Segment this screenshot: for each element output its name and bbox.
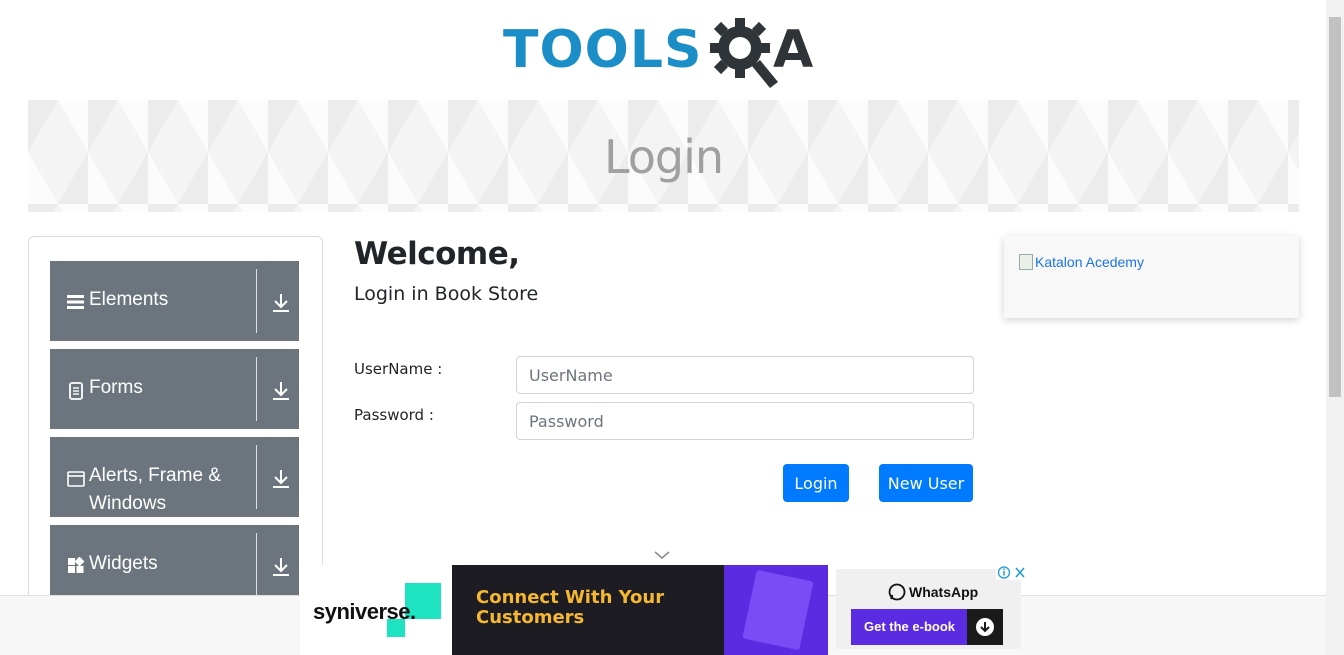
nav-group-label: Forms (89, 377, 143, 398)
new-user-button[interactable]: New User (879, 464, 973, 502)
password-label: Password : (354, 406, 434, 424)
adchoices-icons[interactable] (996, 565, 1028, 580)
whatsapp-label: WhatsApp (909, 584, 979, 600)
widgets-icon (68, 557, 85, 573)
page-banner: Login (28, 100, 1299, 212)
gear-magnifier-icon (710, 18, 778, 88)
divider (256, 445, 257, 509)
scrollbar-thumb[interactable] (1329, 17, 1341, 397)
download-icon[interactable] (272, 293, 290, 313)
nav-group-widgets[interactable]: Widgets (50, 525, 299, 597)
get-ebook-button[interactable]: Get the e-book (851, 609, 1003, 645)
form-icon (69, 382, 83, 400)
welcome-heading: Welcome, (354, 236, 520, 272)
logo-tools-text: TOOLS (503, 20, 703, 80)
menu-icon (67, 295, 84, 309)
divider (256, 357, 257, 421)
nav-group-elements[interactable]: Elements (50, 261, 299, 341)
katalon-ad-alt: Katalon Acedemy (1035, 254, 1144, 270)
toolsqa-logo[interactable]: TOOLS A (503, 14, 828, 92)
nav-group-alerts-frame-windows[interactable]: Alerts, Frame & Windows (50, 437, 299, 517)
get-ebook-label: Get the e-book (864, 619, 956, 634)
syniverse-logo: syniverse. (300, 565, 452, 655)
bottom-ad-banner[interactable]: syniverse. Connect With Your Customers W… (300, 565, 1030, 655)
ebook-cover-image (724, 565, 828, 655)
login-button[interactable]: Login (783, 464, 849, 502)
nav-group-forms[interactable]: Forms (50, 349, 299, 429)
ad-headline-panel: Connect With Your Customers (452, 565, 724, 655)
info-close-icon[interactable] (996, 565, 1028, 580)
download-icon[interactable] (272, 557, 290, 577)
syniverse-brand: syniverse. (313, 599, 416, 624)
download-icon[interactable] (272, 381, 290, 401)
nav-group-label: Alerts, Frame & Windows (89, 465, 221, 514)
arrow-down-icon (967, 609, 1003, 645)
page-title: Login (603, 130, 724, 184)
chevron-down-icon[interactable] (653, 550, 671, 560)
download-icon[interactable] (272, 469, 290, 489)
divider (256, 533, 257, 597)
whatsapp-icon (888, 583, 906, 601)
logo-a-text: A (773, 20, 814, 80)
katalon-ad-link[interactable]: Katalon Acedemy (1019, 254, 1144, 270)
nav-group-label: Elements (89, 289, 169, 310)
password-input[interactable] (516, 402, 974, 440)
username-label: UserName : (354, 360, 443, 378)
ad-headline: Connect With Your Customers (476, 587, 665, 628)
whatsapp-ad-panel: WhatsApp Get the e-book (836, 569, 1021, 649)
divider (256, 269, 257, 333)
username-input[interactable] (516, 356, 974, 394)
whatsapp-logo: WhatsApp (888, 583, 978, 601)
broken-image-icon (1019, 254, 1033, 270)
page-scrollbar[interactable] (1326, 0, 1344, 655)
nav-group-label: Widgets (89, 553, 158, 574)
login-subtitle: Login in Book Store (354, 283, 539, 305)
window-icon (67, 471, 85, 487)
right-ad-box: Katalon Acedemy (1004, 236, 1299, 318)
